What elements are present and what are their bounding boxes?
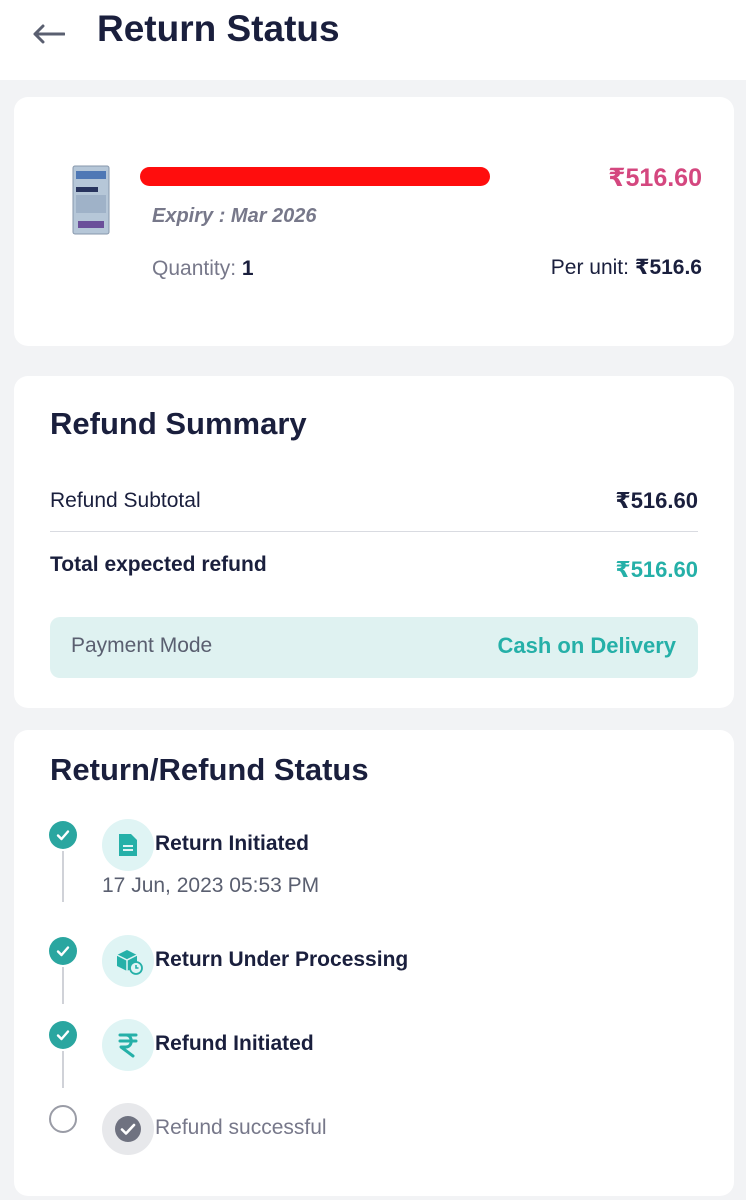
step-label: Refund successful (155, 1116, 327, 1139)
quantity-label: Quantity: (152, 257, 237, 280)
payment-mode-label: Payment Mode (71, 634, 213, 657)
box-clock-icon (102, 935, 154, 987)
document-icon (102, 819, 154, 871)
payment-mode-box: Payment Mode Cash on Delivery (50, 617, 698, 678)
per-unit-label: Per unit: (550, 256, 629, 279)
refund-summary-title: Refund Summary (50, 406, 307, 441)
step-date: 17 Jun, 2023 05:53 PM (102, 874, 320, 897)
step-pending-icon (49, 1105, 77, 1133)
refund-summary-card: Refund Summary Refund Subtotal ₹516.60 T… (14, 376, 734, 708)
step-check-icon (49, 937, 77, 965)
total-refund-label: Total expected refund (50, 553, 267, 576)
back-arrow-icon (33, 24, 65, 44)
product-expiry: Expiry : Mar 2026 (152, 205, 317, 227)
step-check-icon (49, 1021, 77, 1049)
back-button[interactable] (28, 14, 68, 54)
per-unit-value: ₹516.6 (634, 256, 702, 279)
redacted-product-name (140, 167, 490, 186)
page-title: Return Status (97, 8, 340, 49)
product-price: ₹516.60 (608, 164, 702, 192)
step-label: Return Initiated (155, 832, 310, 855)
refund-subtotal-value: ₹516.60 (615, 488, 698, 513)
check-circle-icon (102, 1103, 154, 1155)
product-image (72, 165, 110, 235)
total-refund-value: ₹516.60 (615, 557, 698, 582)
refund-subtotal-label: Refund Subtotal (50, 489, 201, 512)
timeline-connector (62, 967, 64, 1004)
status-title: Return/Refund Status (50, 752, 369, 787)
app-header: Return Status (0, 0, 746, 80)
timeline-connector (62, 1051, 64, 1088)
step-label: Refund Initiated (155, 1032, 314, 1055)
divider (50, 531, 698, 532)
product-quantity: Quantity: 1 (152, 257, 254, 281)
per-unit-price: Per unit: ₹516.6 (551, 255, 702, 280)
product-card: ₹516.60 Expiry : Mar 2026 Quantity: 1 Pe… (14, 97, 734, 346)
rupee-icon (102, 1019, 154, 1071)
step-label: Return Under Processing (155, 948, 409, 971)
payment-mode-value: Cash on Delivery (497, 633, 676, 658)
step-check-icon (49, 821, 77, 849)
quantity-value: 1 (241, 257, 254, 280)
return-status-card: Return/Refund Status Return Initiated 17… (14, 730, 734, 1196)
timeline-connector (62, 851, 64, 902)
